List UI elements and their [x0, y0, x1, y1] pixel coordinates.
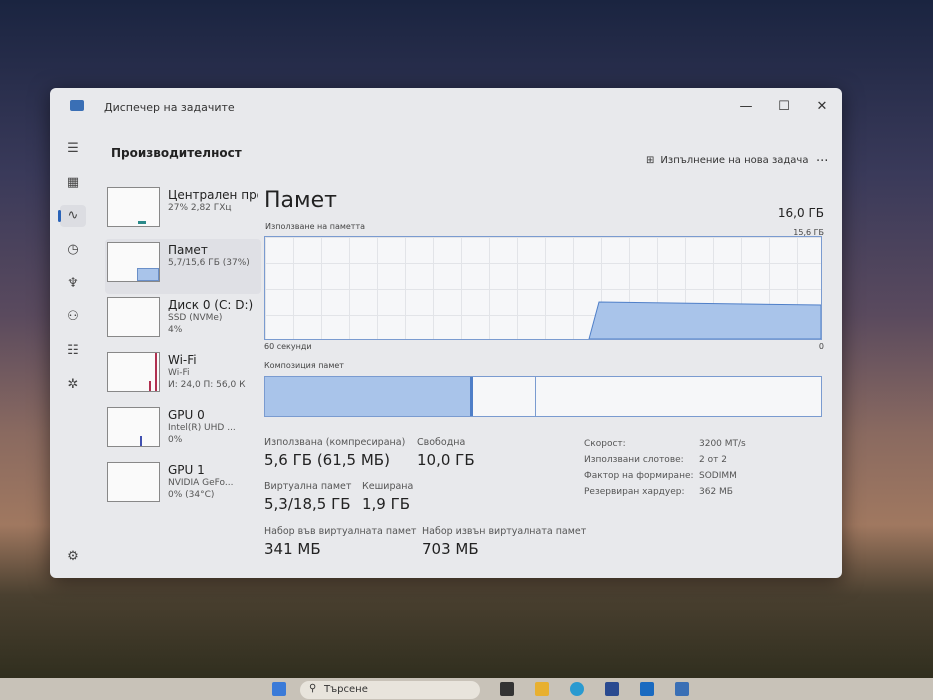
title-bar: Диспечер на задачите — ☐ ✕	[50, 88, 842, 126]
usage-label: Използване на паметта	[265, 222, 366, 231]
new-task-label: Изпълнение на нова задача	[660, 155, 809, 166]
search-placeholder: Търсене	[324, 684, 368, 695]
speed-label: Скорост:	[584, 439, 626, 449]
item-detail-2: И: 24,0 П: 56,0 К	[168, 380, 246, 390]
virtual-label: Виртуална памет	[264, 481, 352, 492]
page-title: Производителност	[111, 146, 242, 160]
usage-area	[588, 301, 821, 339]
details-icon[interactable]: ☷	[60, 340, 86, 362]
memory-thumbnail	[107, 242, 160, 282]
minimize-button[interactable]: —	[730, 96, 762, 118]
run-new-task-button[interactable]: ⊞ Изпълнение на нова задача	[646, 155, 808, 166]
item-title: Памет	[168, 243, 208, 257]
item-detail: NVIDIA GeFo...	[168, 478, 234, 488]
free-value: 10,0 ГБ	[417, 451, 475, 469]
time-axis-right: 0	[818, 342, 824, 351]
in-use-segment	[265, 377, 473, 416]
speed-value: 3200 MT/s	[699, 439, 746, 449]
more-options-button[interactable]: ···	[816, 154, 828, 169]
form-factor-value: SODIMM	[699, 471, 737, 481]
item-detail-2: 0% (34°C)	[168, 490, 215, 500]
task-view-icon[interactable]	[500, 682, 514, 696]
close-button[interactable]: ✕	[806, 96, 838, 118]
paged-value: 341 МБ	[264, 540, 321, 558]
cpu-thumbnail	[107, 187, 160, 227]
item-title: Диск 0 (C: D:)	[168, 298, 254, 312]
new-task-icon: ⊞	[646, 155, 655, 166]
standby-divider	[535, 377, 536, 416]
cached-value: 1,9 ГБ	[362, 495, 411, 513]
gpu0-thumbnail	[107, 407, 160, 447]
item-detail-2: 4%	[168, 325, 183, 335]
used-value: 5,6 ГБ (61,5 МБ)	[264, 451, 390, 469]
processes-icon[interactable]: ▦	[60, 172, 86, 194]
item-detail: SSD (NVMe)	[168, 313, 223, 323]
taskbar: ⚲ Търсене	[0, 678, 933, 700]
slots-label: Използвани слотове:	[584, 455, 684, 465]
file-explorer-icon[interactable]	[535, 682, 549, 696]
services-icon[interactable]: ✲	[60, 374, 86, 396]
reserved-value: 362 МБ	[699, 487, 733, 497]
task-manager-window: Диспечер на задачите — ☐ ✕ ☰ ▦ ∿ ◷ ♆ ⚇ ☷…	[50, 88, 842, 578]
item-title: GPU 1	[168, 463, 205, 477]
panel-title: Памет	[264, 188, 337, 213]
item-detail: 27% 2,82 ГХц	[168, 203, 232, 213]
sidebar-item-wifi[interactable]: Wi-Fi Wi-Fi И: 24,0 П: 56,0 К	[105, 349, 261, 404]
sidebar-item-gpu0[interactable]: GPU 0 Intel(R) UHD ... 0%	[105, 404, 261, 459]
memory-usage-graph	[264, 236, 822, 340]
edge-icon[interactable]	[570, 682, 584, 696]
nonpaged-value: 703 МБ	[422, 540, 479, 558]
maximize-button[interactable]: ☐	[768, 96, 800, 118]
item-detail-2: 0%	[168, 435, 183, 445]
sidebar-item-memory[interactable]: Памет 5,7/15,6 ГБ (37%)	[105, 239, 261, 294]
resource-list: Централен процесор27% 2,82 ГХц Памет5,7/…	[105, 184, 261, 514]
disk-thumbnail	[107, 297, 160, 337]
wifi-thumbnail	[107, 352, 160, 392]
sidebar-item-cpu[interactable]: Централен процесор27% 2,82 ГХц	[105, 184, 261, 239]
used-label: Използвана (компресирана)	[264, 437, 406, 448]
sidebar-item-disk[interactable]: Диск 0 (C: D:) SSD (NVMe) 4%	[105, 294, 261, 349]
item-detail: Wi-Fi	[168, 368, 190, 378]
search-box[interactable]: ⚲ Търсене	[300, 681, 480, 699]
store-icon[interactable]	[605, 682, 619, 696]
slots-value: 2 от 2	[699, 455, 727, 465]
search-icon: ⚲	[309, 683, 317, 694]
app-history-icon[interactable]: ◷	[60, 239, 86, 261]
item-detail: 5,7/15,6 ГБ (37%)	[168, 258, 250, 268]
composition-label: Композиция памет	[264, 361, 344, 370]
sidebar-item-gpu1[interactable]: GPU 1 NVIDIA GeFo... 0% (34°C)	[105, 459, 261, 514]
task-manager-icon	[70, 100, 84, 111]
window-title: Диспечер на задачите	[104, 101, 235, 114]
memory-composition-bar	[264, 376, 822, 417]
reserved-label: Резервиран хардуер:	[584, 487, 685, 497]
time-axis-left: 60 секунди	[264, 342, 312, 351]
nonpaged-label: Набор извън виртуалната памет	[422, 526, 587, 537]
item-detail: Intel(R) UHD ...	[168, 423, 236, 433]
menu-icon[interactable]: ☰	[60, 138, 86, 160]
performance-icon[interactable]: ∿	[58, 205, 86, 227]
start-button[interactable]	[272, 682, 286, 696]
form-factor-label: Фактор на формиране:	[584, 471, 694, 481]
settings-icon[interactable]: ⚙	[60, 546, 86, 568]
task-manager-taskbar-icon[interactable]	[675, 682, 689, 696]
item-title: Централен процесор	[168, 188, 258, 202]
gpu1-thumbnail	[107, 462, 160, 502]
free-label: Свободна	[417, 437, 466, 448]
startup-apps-icon[interactable]: ♆	[60, 273, 86, 295]
item-title: GPU 0	[168, 408, 205, 422]
outlook-icon[interactable]	[640, 682, 654, 696]
cached-label: Кеширана	[362, 481, 414, 492]
item-title: Wi-Fi	[168, 353, 197, 367]
paged-label: Набор във виртуалната памет	[264, 526, 417, 537]
virtual-value: 5,3/18,5 ГБ	[264, 495, 351, 513]
users-icon[interactable]: ⚇	[60, 306, 86, 328]
total-memory: 16,0 ГБ	[777, 206, 824, 220]
